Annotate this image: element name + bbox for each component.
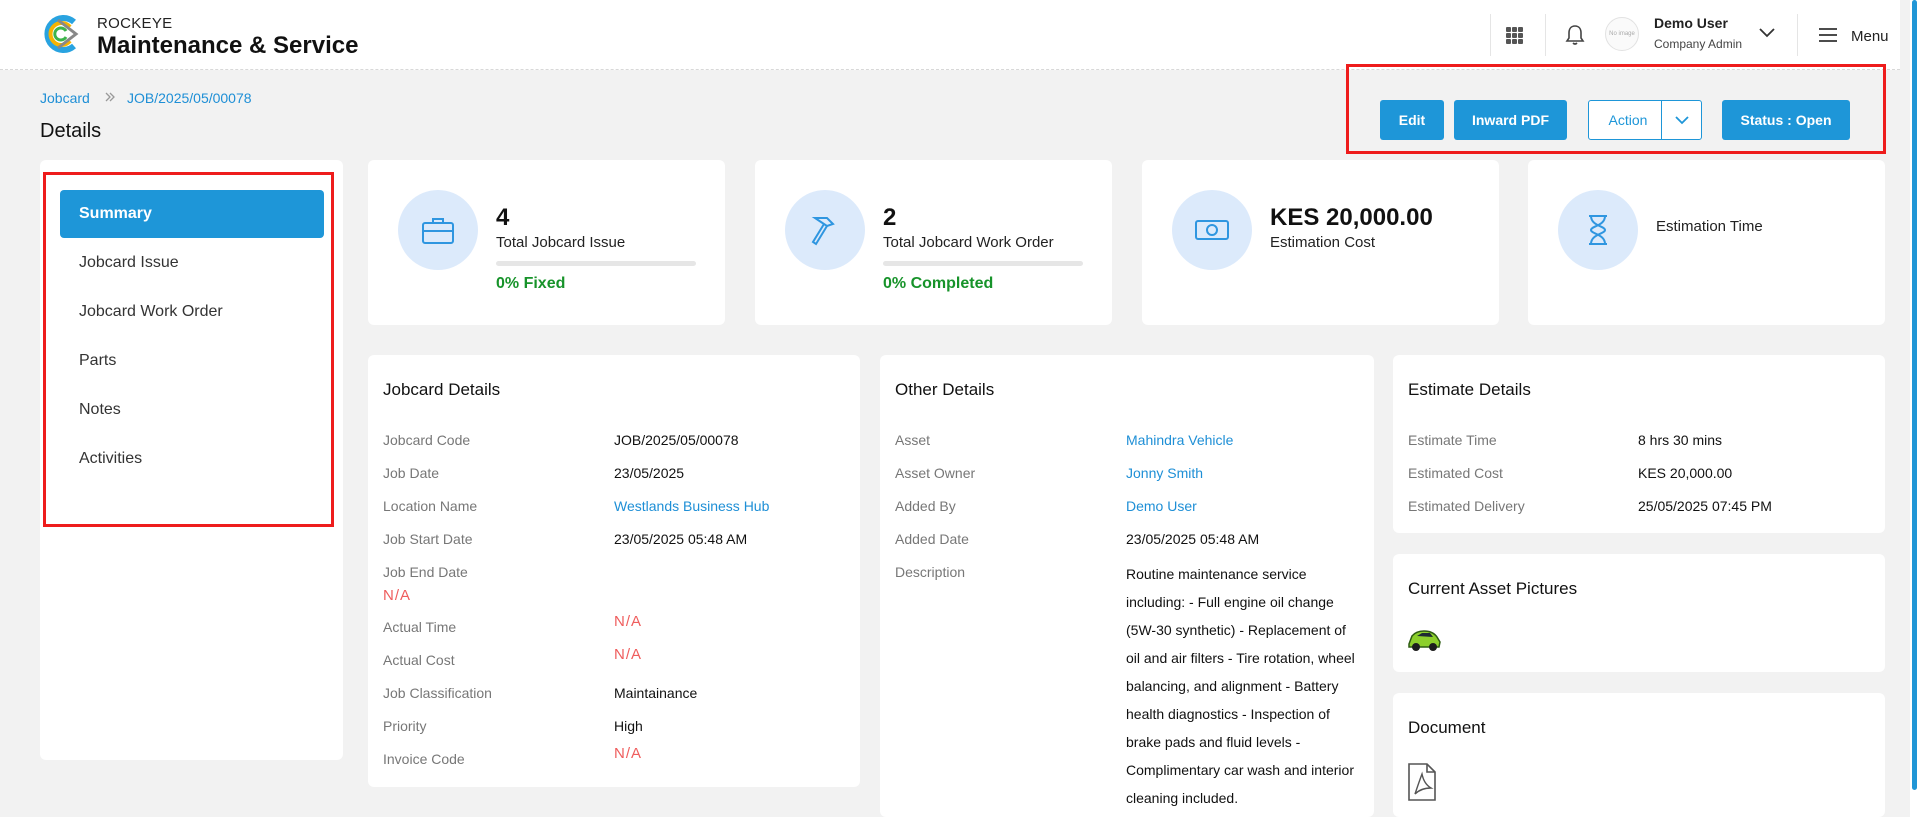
user-name[interactable]: Demo User (1654, 15, 1728, 31)
asset-pictures-panel (1393, 554, 1885, 672)
scrollbar-thumb[interactable] (1912, 0, 1917, 790)
detail-label: Jobcard Code (383, 432, 471, 448)
detail-label: Added Date (895, 531, 969, 547)
top-header: ROCKEYE Maintenance & Service No image D… (0, 0, 1900, 70)
stat-card-estimation-cost: KES 20,000.00 Estimation Cost (1142, 160, 1499, 325)
stat-label: Estimation Time (1656, 218, 1763, 235)
hourglass-icon (1558, 190, 1638, 270)
header-divider (1490, 14, 1491, 56)
sidebar-item-activities[interactable]: Activities (60, 435, 324, 483)
inward-pdf-button[interactable]: Inward PDF (1454, 100, 1567, 140)
detail-label: Description (895, 564, 966, 580)
sidebar-item-notes[interactable]: Notes (60, 386, 324, 434)
stat-card-jobcard-issue: 4 Total Jobcard Issue 0% Fixed (368, 160, 725, 325)
sidebar-item-summary[interactable]: Summary (60, 190, 324, 238)
detail-label: Estimated Delivery (1408, 498, 1525, 514)
detail-label: Actual Cost (383, 652, 455, 668)
detail-label: Actual Time (383, 619, 457, 635)
detail-label: Location Name (383, 498, 478, 514)
detail-label: Priority (383, 718, 427, 734)
detail-label: Added By (895, 498, 956, 514)
brand-name: ROCKEYE (97, 15, 173, 32)
hammer-icon (785, 190, 865, 270)
detail-label: Job Start Date (383, 531, 473, 547)
jobcard-code-value: JOB/2025/05/00078 (614, 432, 739, 448)
actual-cost-value: N/A (614, 646, 643, 663)
panel-title: Document (1408, 718, 1486, 737)
stat-label: Total Jobcard Issue (496, 234, 626, 251)
progress-bar (496, 261, 696, 266)
chevron-down-icon[interactable] (1758, 27, 1776, 39)
panel-title: Other Details (895, 380, 995, 399)
edit-button[interactable]: Edit (1380, 100, 1444, 140)
panel-title: Estimate Details (1408, 380, 1531, 399)
estimated-cost-value: KES 20,000.00 (1638, 465, 1733, 481)
stat-label: Estimation Cost (1270, 234, 1376, 251)
panel-title: Current Asset Pictures (1408, 579, 1578, 598)
priority-value: High (614, 718, 643, 734)
document-panel (1393, 693, 1885, 817)
invoice-code-value: N/A (614, 745, 643, 762)
bell-icon[interactable] (1565, 24, 1585, 46)
apps-grid-icon[interactable] (1506, 27, 1523, 44)
description-value: Routine maintenance service including: -… (1126, 566, 1355, 806)
actual-time-value: N/A (614, 613, 643, 630)
sidebar-item-jobcard-issue[interactable]: Jobcard Issue (60, 239, 324, 287)
added-date-value: 23/05/2025 05:48 AM (1126, 531, 1260, 547)
detail-label: Invoice Code (383, 751, 465, 767)
header-divider (1797, 14, 1798, 56)
stat-label: Total Jobcard Work Order (883, 234, 1054, 251)
stat-value: 2 (883, 204, 897, 231)
action-dropdown-toggle[interactable] (1661, 100, 1702, 140)
hamburger-icon[interactable] (1818, 27, 1838, 43)
chevron-down-icon (1674, 115, 1689, 124)
location-link[interactable]: Westlands Business Hub (614, 498, 769, 514)
added-by-link[interactable]: Demo User (1126, 498, 1197, 514)
action-button[interactable]: Action (1588, 100, 1668, 140)
detail-label: Asset Owner (895, 465, 976, 481)
briefcase-icon (398, 190, 478, 270)
detail-label: Estimated Cost (1408, 465, 1503, 481)
pdf-file-icon[interactable] (1407, 762, 1437, 802)
sidebar-item-parts[interactable]: Parts (60, 337, 324, 385)
progress-bar (883, 261, 1083, 266)
job-classification-value: Maintainance (614, 685, 698, 701)
progress-text: 0% Completed (883, 275, 994, 292)
job-date-value: 23/05/2025 (614, 465, 685, 481)
stat-card-work-order: 2 Total Jobcard Work Order 0% Completed (755, 160, 1112, 325)
status-button[interactable]: Status : Open (1722, 100, 1850, 140)
detail-label: Asset (895, 432, 931, 448)
app-title: Maintenance & Service (97, 32, 359, 59)
job-end-date-value: N/A (383, 587, 412, 604)
panel-title: Jobcard Details (383, 380, 501, 399)
detail-label: Job End Date (383, 564, 468, 580)
header-divider (1545, 14, 1546, 56)
avatar[interactable]: No image (1605, 17, 1639, 51)
menu-label[interactable]: Menu (1851, 28, 1889, 45)
user-role: Company Admin (1654, 37, 1743, 51)
rockeye-logo-icon[interactable] (40, 14, 80, 54)
detail-label: Job Date (383, 465, 440, 481)
detail-label: Job Classification (383, 685, 492, 701)
stat-value: KES 20,000.00 (1270, 204, 1433, 231)
double-chevron-right-icon (105, 92, 115, 102)
estimate-time-value: 8 hrs 30 mins (1638, 432, 1723, 448)
cash-icon (1172, 190, 1252, 270)
breadcrumb-current[interactable]: JOB/2025/05/00078 (127, 90, 252, 106)
car-thumbnail-icon[interactable] (1406, 626, 1442, 654)
sidebar-item-jobcard-work-order[interactable]: Jobcard Work Order (60, 288, 324, 336)
page-title: Details (40, 120, 102, 142)
stat-value: 4 (496, 204, 510, 231)
breadcrumb-root[interactable]: Jobcard (40, 90, 90, 106)
estimated-delivery-value: 25/05/2025 07:45 PM (1638, 498, 1772, 514)
job-start-date-value: 23/05/2025 05:48 AM (614, 531, 748, 547)
progress-text: 0% Fixed (496, 275, 566, 292)
asset-owner-link[interactable]: Jonny Smith (1126, 465, 1203, 481)
stat-card-estimation-time: Estimation Time (1528, 160, 1885, 325)
asset-link[interactable]: Mahindra Vehicle (1126, 432, 1233, 448)
detail-label: Estimate Time (1408, 432, 1497, 448)
